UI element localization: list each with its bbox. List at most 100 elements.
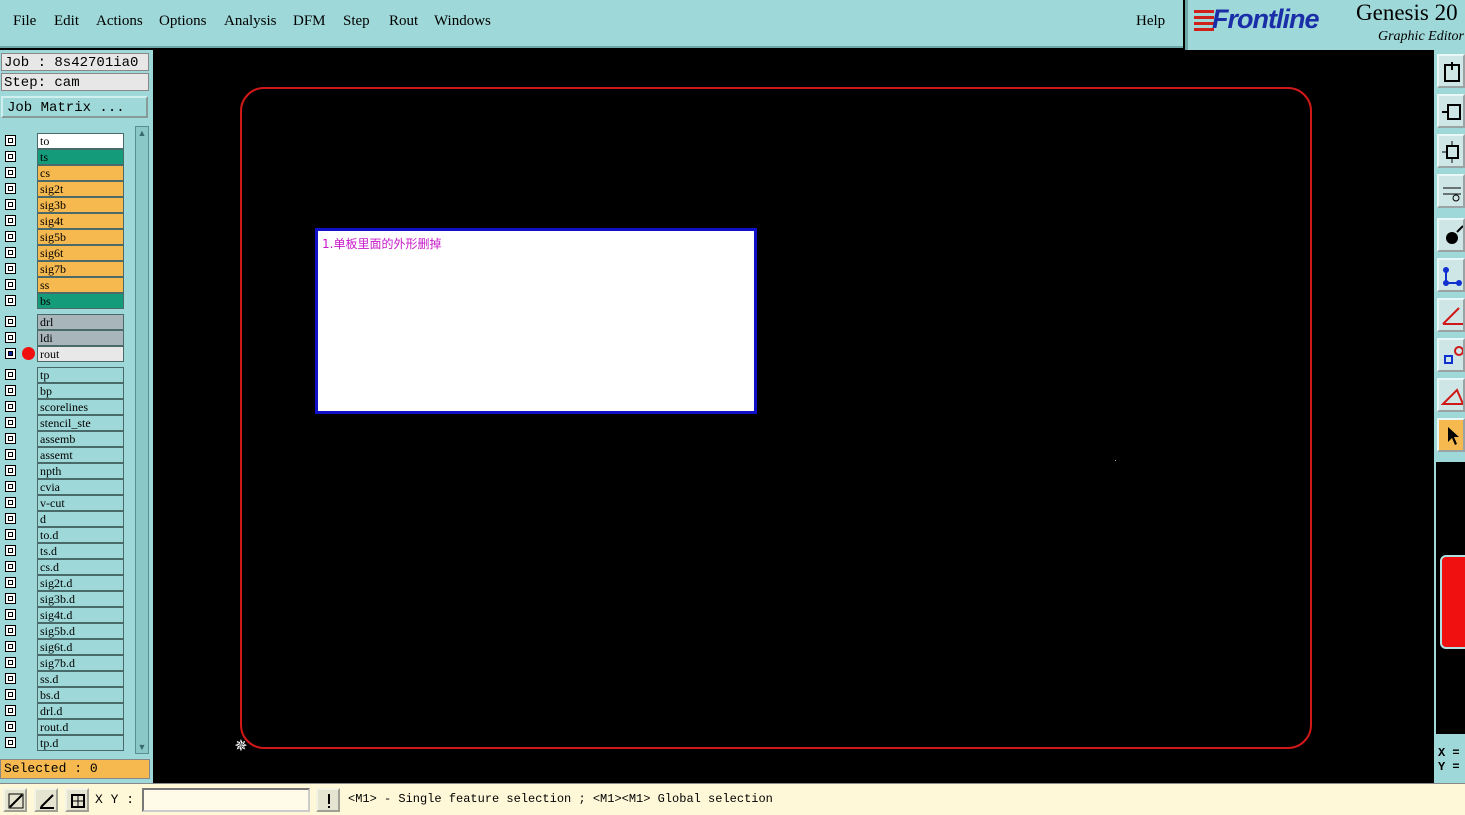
layer-name[interactable]: to.d [37, 527, 124, 543]
layer-checkbox[interactable] [5, 167, 16, 178]
layer-name[interactable]: drl [37, 314, 124, 330]
layer-name[interactable]: ss.d [37, 671, 124, 687]
layer-row-rout[interactable]: rout [3, 346, 124, 362]
layer-name[interactable]: sig5b [37, 229, 124, 245]
layer-row-sig3b[interactable]: sig3b [3, 197, 124, 213]
layer-row-v-cut[interactable]: v-cut [3, 495, 124, 511]
layer-row-sig2t[interactable]: sig2t [3, 181, 124, 197]
layer-row-sig6t[interactable]: sig6t [3, 245, 124, 261]
layer-row-to.d[interactable]: to.d [3, 527, 124, 543]
job-matrix-button[interactable]: Job Matrix ... [1, 96, 148, 118]
menu-actions[interactable]: Actions [96, 13, 143, 30]
layer-name[interactable]: tp [37, 367, 124, 383]
layer-name[interactable]: v-cut [37, 495, 124, 511]
menu-rout[interactable]: Rout [389, 13, 418, 30]
layer-checkbox[interactable] [5, 497, 16, 508]
layer-row-sig7b.d[interactable]: sig7b.d [3, 655, 124, 671]
layer-checkbox[interactable] [5, 401, 16, 412]
layer-checkbox[interactable] [5, 609, 16, 620]
layer-row-sig2t.d[interactable]: sig2t.d [3, 575, 124, 591]
menu-analysis[interactable]: Analysis [224, 13, 277, 30]
menu-help[interactable]: Help [1136, 13, 1165, 30]
layer-name[interactable]: tp.d [37, 735, 124, 751]
layer-row-bs.d[interactable]: bs.d [3, 687, 124, 703]
menu-dfm[interactable]: DFM [293, 13, 326, 30]
layer-row-d[interactable]: d [3, 511, 124, 527]
layer-name[interactable]: to [37, 133, 124, 149]
layer-checkbox[interactable] [5, 183, 16, 194]
layer-row-bs[interactable]: bs [3, 293, 124, 309]
net-icon[interactable] [1437, 258, 1465, 292]
layer-checkbox[interactable] [5, 369, 16, 380]
layer-row-sig5b[interactable]: sig5b [3, 229, 124, 245]
layer-name[interactable]: ss [37, 277, 124, 293]
layer-checkbox[interactable] [5, 705, 16, 716]
zoom-home-icon[interactable] [1437, 94, 1465, 128]
layer-row-sig4t[interactable]: sig4t [3, 213, 124, 229]
grid-icon[interactable] [65, 788, 89, 812]
line-icon[interactable] [1437, 298, 1465, 332]
layer-row-rout.d[interactable]: rout.d [3, 719, 124, 735]
layer-checkbox[interactable] [5, 231, 16, 242]
layer-list-scrollbar[interactable]: ▲ ▼ [135, 126, 149, 754]
layer-name[interactable]: rout.d [37, 719, 124, 735]
select-pointer-icon[interactable] [1437, 418, 1465, 452]
layer-checkbox[interactable] [5, 481, 16, 492]
layer-checkbox[interactable] [5, 316, 16, 327]
layer-name[interactable]: assemb [37, 431, 124, 447]
layer-name[interactable]: bs.d [37, 687, 124, 703]
layer-row-sig4t.d[interactable]: sig4t.d [3, 607, 124, 623]
layer-checkbox[interactable] [5, 385, 16, 396]
layer-checkbox[interactable] [5, 641, 16, 652]
xy-input[interactable] [142, 788, 310, 812]
layer-checkbox[interactable] [5, 673, 16, 684]
layer-name[interactable]: drl.d [37, 703, 124, 719]
layer-checkbox[interactable] [5, 561, 16, 572]
layer-name[interactable]: sig2t.d [37, 575, 124, 591]
transform-icon[interactable] [1437, 338, 1465, 372]
layer-checkbox[interactable] [5, 433, 16, 444]
layer-name[interactable]: sig7b.d [37, 655, 124, 671]
layer-name[interactable]: rout [37, 346, 124, 362]
layer-row-to[interactable]: to [3, 133, 124, 149]
layer-row-ss.d[interactable]: ss.d [3, 671, 124, 687]
layer-row-tp[interactable]: tp [3, 367, 124, 383]
layer-row-ts.d[interactable]: ts.d [3, 543, 124, 559]
layer-row-scorelines[interactable]: scorelines [3, 399, 124, 415]
layer-name[interactable]: sig6t.d [37, 639, 124, 655]
layer-checkbox[interactable] [5, 529, 16, 540]
layer-checkbox[interactable] [5, 689, 16, 700]
layer-checkbox[interactable] [5, 513, 16, 524]
menu-options[interactable]: Options [159, 13, 207, 30]
layer-checkbox[interactable] [5, 135, 16, 146]
layer-checkbox[interactable] [5, 199, 16, 210]
layer-checkbox[interactable] [5, 215, 16, 226]
pad-icon[interactable] [1437, 218, 1465, 252]
alert-icon[interactable] [316, 788, 340, 812]
layer-checkbox[interactable] [5, 263, 16, 274]
menu-file[interactable]: File [13, 13, 36, 30]
layer-row-tp.d[interactable]: tp.d [3, 735, 124, 751]
layer-checkbox[interactable] [5, 348, 16, 359]
layer-name[interactable]: sig2t [37, 181, 124, 197]
layer-name[interactable]: sig3b.d [37, 591, 124, 607]
layer-row-ldi[interactable]: ldi [3, 330, 124, 346]
layer-name[interactable]: scorelines [37, 399, 124, 415]
layer-checkbox[interactable] [5, 332, 16, 343]
layer-name[interactable]: sig6t [37, 245, 124, 261]
layer-checkbox[interactable] [5, 247, 16, 258]
layer-row-cs[interactable]: cs [3, 165, 124, 181]
layer-name[interactable]: npth [37, 463, 124, 479]
menu-step[interactable]: Step [343, 13, 370, 30]
layer-row-stencil_ste[interactable]: stencil_ste [3, 415, 124, 431]
layer-checkbox[interactable] [5, 465, 16, 476]
graphic-canvas[interactable]: 1.单板里面的外形删掉 ✵ [155, 50, 1434, 783]
note-box[interactable]: 1.单板里面的外形删掉 [315, 228, 757, 414]
layer-checkbox[interactable] [5, 625, 16, 636]
layer-checkbox[interactable] [5, 577, 16, 588]
layer-color-swatch[interactable] [1440, 555, 1465, 649]
layer-checkbox[interactable] [5, 295, 16, 306]
layer-name[interactable]: sig4t [37, 213, 124, 229]
layer-checkbox[interactable] [5, 657, 16, 668]
layer-row-npth[interactable]: npth [3, 463, 124, 479]
